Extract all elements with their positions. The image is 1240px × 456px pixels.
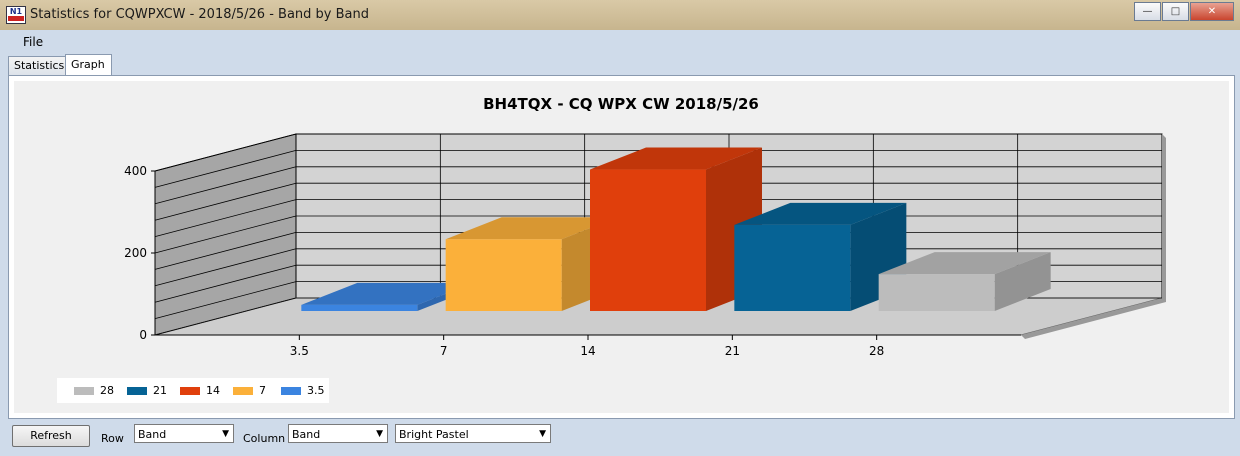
legend-swatch bbox=[74, 386, 94, 395]
chevron-down-icon: ▼ bbox=[376, 429, 383, 439]
app-icon: N1 bbox=[6, 6, 26, 24]
chevron-down-icon: ▼ bbox=[222, 429, 229, 439]
menu-bar: File bbox=[8, 30, 1233, 54]
maximize-button[interactable]: □ bbox=[1162, 2, 1189, 21]
y-tick-label: 200 bbox=[124, 246, 147, 260]
bar-front bbox=[445, 239, 562, 311]
legend-item: 14 bbox=[180, 384, 220, 397]
bar-front bbox=[878, 274, 995, 311]
bar-front bbox=[301, 304, 418, 311]
chart-legend: 28 21 14 7 3.5 bbox=[57, 378, 329, 403]
legend-item: 3.5 bbox=[281, 384, 325, 397]
bottom-toolbar: Refresh Row Band ▼ Column Band ▼ Bright Pa… bbox=[8, 418, 1233, 452]
x-tick-label: 7 bbox=[440, 344, 448, 358]
title-bar: N1 Statistics for CQWPXCW - 2018/5/26 - … bbox=[0, 0, 1240, 30]
row-label: Row bbox=[101, 432, 124, 445]
x-tick-label: 21 bbox=[725, 344, 740, 358]
legend-swatch bbox=[233, 386, 253, 395]
palette-select[interactable]: Bright Pastel ▼ bbox=[395, 424, 551, 443]
legend-label: 21 bbox=[153, 384, 167, 397]
bar-front bbox=[734, 224, 851, 311]
bar-chart: BH4TQX - CQ WPX CW 2018/5/26 0 200 400 3.5 7… bbox=[124, 95, 1166, 358]
legend-swatch bbox=[180, 386, 200, 395]
y-tick-label: 400 bbox=[124, 164, 147, 178]
minimize-icon: — bbox=[1142, 6, 1153, 17]
legend-item: 21 bbox=[127, 384, 167, 397]
chevron-down-icon: ▼ bbox=[539, 429, 546, 439]
bar-front bbox=[590, 169, 706, 311]
column-label: Column bbox=[243, 432, 286, 445]
maximize-icon: □ bbox=[1170, 6, 1181, 17]
legend-swatch bbox=[281, 386, 301, 395]
legend-label: 14 bbox=[206, 384, 220, 397]
minimize-button[interactable]: — bbox=[1134, 2, 1161, 21]
tab-statistics[interactable]: Statistics bbox=[8, 56, 67, 75]
legend-label: 28 bbox=[100, 384, 114, 397]
x-tick-label: 14 bbox=[580, 344, 595, 358]
close-button[interactable]: ✕ bbox=[1190, 2, 1234, 21]
x-tick-label: 3.5 bbox=[290, 344, 309, 358]
palette-select-value: Bright Pastel bbox=[399, 428, 469, 441]
x-tick-label: 28 bbox=[869, 344, 884, 358]
legend-swatch bbox=[127, 386, 147, 395]
legend-label: 7 bbox=[259, 384, 266, 397]
chart-area: BH4TQX - CQ WPX CW 2018/5/26 0 200 400 3.5 7… bbox=[14, 81, 1229, 413]
row-select[interactable]: Band ▼ bbox=[134, 424, 234, 443]
legend-item: 7 bbox=[233, 384, 266, 397]
y-tick-label: 0 bbox=[139, 328, 147, 342]
column-select-value: Band bbox=[292, 428, 321, 441]
refresh-button[interactable]: Refresh bbox=[12, 425, 90, 447]
close-icon: ✕ bbox=[1207, 6, 1217, 17]
row-select-value: Band bbox=[138, 428, 167, 441]
column-select[interactable]: Band ▼ bbox=[288, 424, 388, 443]
graph-panel: BH4TQX - CQ WPX CW 2018/5/26 0 200 400 3.5 7… bbox=[8, 75, 1235, 419]
legend-label: 3.5 bbox=[307, 384, 325, 397]
menu-file[interactable]: File bbox=[23, 35, 43, 49]
legend-item: 28 bbox=[74, 384, 114, 397]
window-title: Statistics for CQWPXCW - 2018/5/26 - Ban… bbox=[30, 7, 369, 22]
chart-title: BH4TQX - CQ WPX CW 2018/5/26 bbox=[483, 95, 759, 113]
tab-graph[interactable]: Graph bbox=[65, 54, 112, 76]
